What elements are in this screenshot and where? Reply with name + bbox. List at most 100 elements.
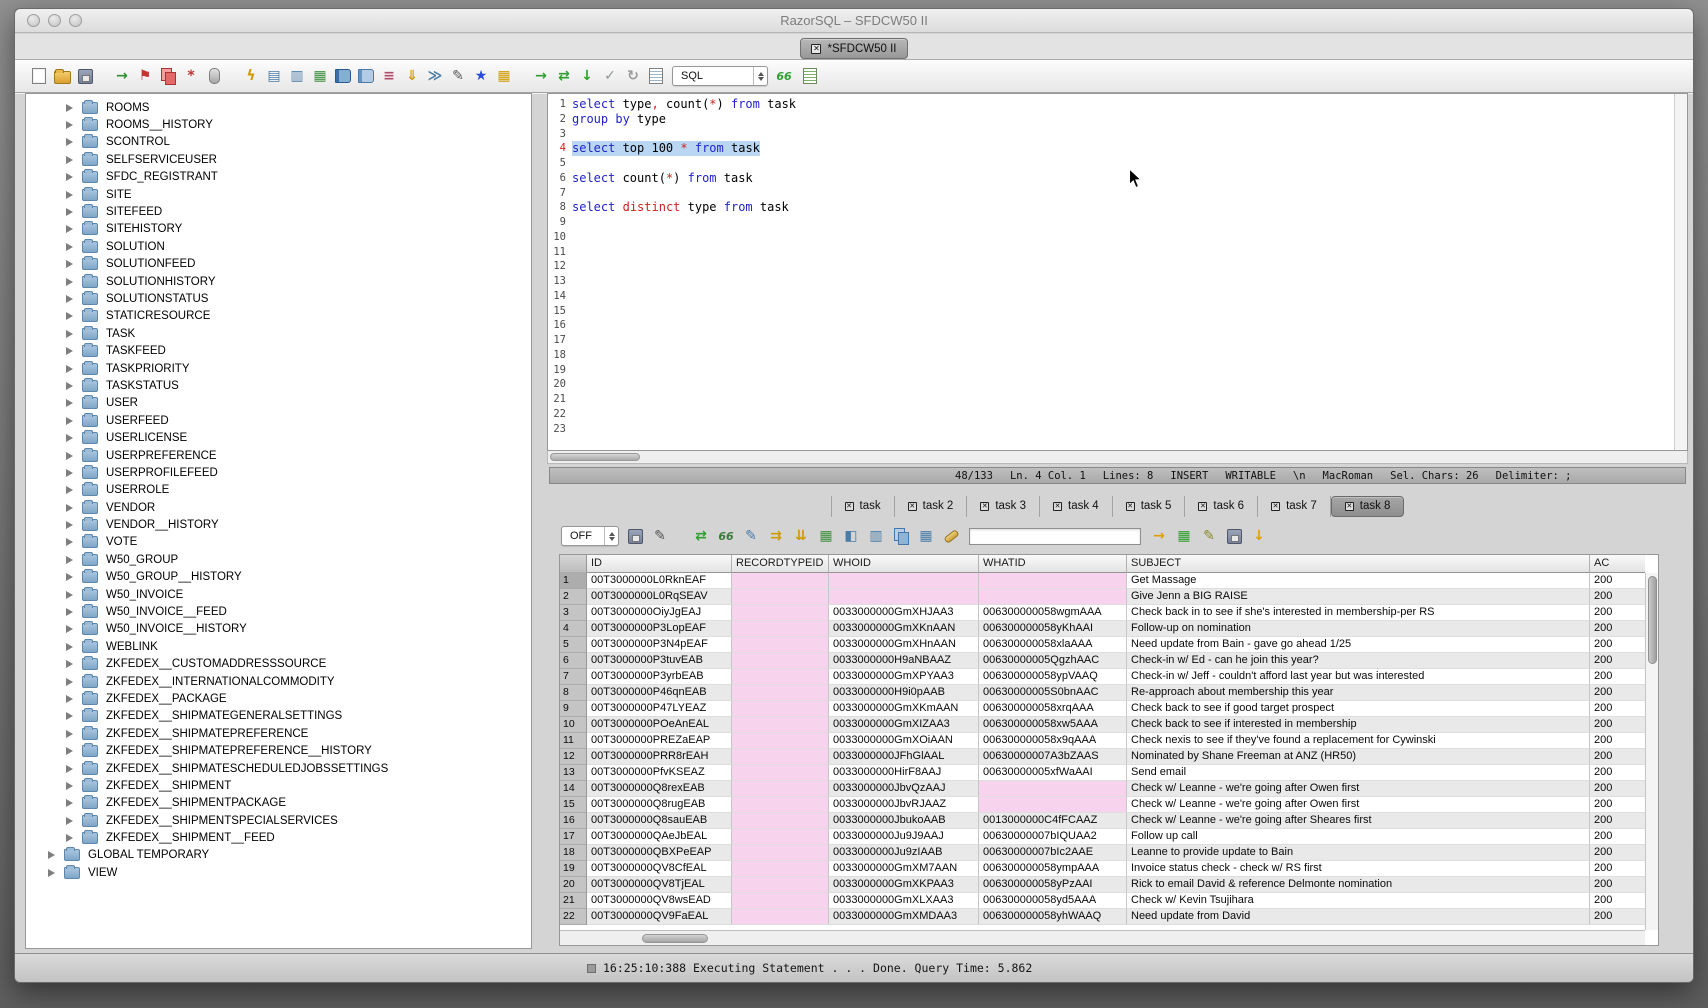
row-number[interactable]: 17: [560, 829, 587, 845]
download-icon[interactable]: ↓: [1249, 526, 1269, 546]
table-cell[interactable]: Check w/ Leanne - we're going after Owen…: [1127, 781, 1590, 797]
table-cell[interactable]: 00T3000000QAeJbEAL: [587, 829, 732, 845]
sidebar-item-zkfedex-shipmatepreference[interactable]: ZKFEDEX__SHIPMATEPREFERENCE: [26, 725, 531, 742]
table-cell[interactable]: 00T3000000OiyJgEAJ: [587, 605, 732, 621]
table-cell[interactable]: [732, 781, 829, 797]
table-cell[interactable]: 00T3000000L0RqSEAV: [587, 589, 732, 605]
table-cell[interactable]: 200: [1590, 781, 1645, 797]
table-cell[interactable]: [732, 685, 829, 701]
sidebar-item-zkfedex-shipment[interactable]: ZKFEDEX__SHIPMENT: [26, 777, 531, 794]
expand-arrow-icon[interactable]: [66, 434, 73, 442]
editor-vscrollbar[interactable]: [1674, 94, 1687, 450]
close-tab-icon[interactable]: [1126, 502, 1135, 511]
sidebar-item-zkfedex-shipmatepreference-history[interactable]: ZKFEDEX__SHIPMATEPREFERENCE__HISTORY: [26, 742, 531, 759]
table-cell[interactable]: [732, 845, 829, 861]
table-cell[interactable]: [979, 573, 1127, 589]
table-cell[interactable]: [732, 877, 829, 893]
table-cell[interactable]: Get Massage: [1127, 573, 1590, 589]
expand-arrow-icon[interactable]: [66, 225, 73, 233]
sidebar-item-w50-invoice-feed[interactable]: W50_INVOICE__FEED: [26, 603, 531, 620]
expand-arrow-icon[interactable]: [66, 817, 73, 825]
expand-arrow-icon[interactable]: [66, 417, 73, 425]
table-cell[interactable]: 200: [1590, 845, 1645, 861]
expand-arrow-icon[interactable]: [66, 295, 73, 303]
sidebar-item-w50-group-history[interactable]: W50_GROUP__HISTORY: [26, 569, 531, 586]
table-cell[interactable]: 0033000000GmXIZAA3: [829, 717, 979, 733]
zoom-window-icon[interactable]: [69, 14, 82, 27]
column-header-id[interactable]: ID: [587, 555, 732, 573]
refresh-tables-icon[interactable]: ▦: [310, 66, 330, 86]
expand-arrow-icon[interactable]: [66, 747, 73, 755]
table-cell[interactable]: [732, 893, 829, 909]
expand-arrow-icon[interactable]: [66, 399, 73, 407]
table-cell[interactable]: 200: [1590, 733, 1645, 749]
table-cell[interactable]: 0033000000H9i0pAAB: [829, 685, 979, 701]
table-cell[interactable]: 00T3000000P46qnEAB: [587, 685, 732, 701]
sidebar-item-vendor[interactable]: VENDOR: [26, 499, 531, 516]
table-cell[interactable]: Check w/ Leanne - we're going after Shea…: [1127, 813, 1590, 829]
expand-arrow-icon[interactable]: [66, 452, 73, 460]
sidebar-item-zkfedex-shipment-feed[interactable]: ZKFEDEX__SHIPMENT__FEED: [26, 829, 531, 846]
sidebar-item-solutionstatus[interactable]: SOLUTIONSTATUS: [26, 290, 531, 307]
table-cell[interactable]: 200: [1590, 813, 1645, 829]
table-cell[interactable]: 0033000000GmXOiAAN: [829, 733, 979, 749]
sidebar-item-zkfedex-shipmentpackage[interactable]: ZKFEDEX__SHIPMENTPACKAGE: [26, 795, 531, 812]
limit-dropdown[interactable]: OFF: [561, 526, 619, 546]
table-cell[interactable]: 0033000000Ju9J9AAJ: [829, 829, 979, 845]
table-cell[interactable]: [732, 861, 829, 877]
table-hscrollbar[interactable]: [560, 930, 1645, 945]
row-number[interactable]: 15: [560, 797, 587, 813]
sidebar-item-taskstatus[interactable]: TASKSTATUS: [26, 377, 531, 394]
sidebar-item-taskpriority[interactable]: TASKPRIORITY: [26, 360, 531, 377]
table-cell[interactable]: 006300000058wgmAAA: [979, 605, 1127, 621]
table-cell[interactable]: 00T3000000Q8sauEAB: [587, 813, 732, 829]
table-cell[interactable]: 0033000000GmXMDAA3: [829, 909, 979, 925]
expand-arrow-icon[interactable]: [66, 608, 73, 616]
update-row-icon[interactable]: ⇊: [791, 526, 811, 546]
table-cell[interactable]: 200: [1590, 749, 1645, 765]
expand-arrow-icon[interactable]: [66, 243, 73, 251]
open-file-icon[interactable]: [52, 66, 72, 86]
sidebar-item-zkfedex-package[interactable]: ZKFEDEX__PACKAGE: [26, 690, 531, 707]
reload-table-icon[interactable]: ▦: [816, 526, 836, 546]
table-cell[interactable]: Check-in w/ Ed - can he join this year?: [1127, 653, 1590, 669]
sidebar-item-scontrol[interactable]: SCONTROL: [26, 134, 531, 151]
table-cell[interactable]: 0033000000HirF8AAJ: [829, 765, 979, 781]
save-icon[interactable]: [75, 66, 95, 86]
table-cell[interactable]: 00630000005QgzhAAC: [979, 653, 1127, 669]
table-cell[interactable]: 200: [1590, 861, 1645, 877]
table-cell[interactable]: 006300000058xw5AAA: [979, 717, 1127, 733]
sidebar-item-weblink[interactable]: WEBLINK: [26, 638, 531, 655]
sidebar-item-rooms[interactable]: ROOMS: [26, 99, 531, 116]
table-cell[interactable]: 006300000058yhWAAQ: [979, 909, 1127, 925]
primary-key-icon[interactable]: [941, 526, 961, 546]
column-header-recordtypeid[interactable]: RECORDTYPEID: [732, 555, 829, 573]
sidebar-item-rooms-history[interactable]: ROOMS__HISTORY: [26, 116, 531, 133]
sidebar-item-w50-invoice[interactable]: W50_INVOICE: [26, 586, 531, 603]
row-number[interactable]: 11: [560, 733, 587, 749]
sidebar-item-vote[interactable]: VOTE: [26, 534, 531, 551]
table-cell[interactable]: [732, 605, 829, 621]
sidebar-item-zkfedex-shipmentspecialservices[interactable]: ZKFEDEX__SHIPMENTSPECIALSERVICES: [26, 812, 531, 829]
sidebar-item-solutionfeed[interactable]: SOLUTIONFEED: [26, 256, 531, 273]
table-cell[interactable]: 200: [1590, 685, 1645, 701]
table-cell[interactable]: 200: [1590, 765, 1645, 781]
row-number[interactable]: 8: [560, 685, 587, 701]
table-cell[interactable]: Re-approach about membership this year: [1127, 685, 1590, 701]
expand-arrow-icon[interactable]: [66, 312, 73, 320]
sidebar-item-w50-group[interactable]: W50_GROUP: [26, 551, 531, 568]
results-tab-task[interactable]: task: [831, 496, 895, 517]
sidebar-item-vendor-history[interactable]: VENDOR__HISTORY: [26, 516, 531, 533]
expand-arrow-icon[interactable]: [66, 156, 73, 164]
table-cell[interactable]: Check w/ Kevin Tsujihara: [1127, 893, 1590, 909]
edit-results-icon[interactable]: ✎: [650, 526, 670, 546]
row-number[interactable]: 21: [560, 893, 587, 909]
row-number[interactable]: 13: [560, 765, 587, 781]
table-cell[interactable]: [732, 765, 829, 781]
table-cell[interactable]: 006300000058yKhAAI: [979, 621, 1127, 637]
table-cell[interactable]: 200: [1590, 653, 1645, 669]
expand-arrow-icon[interactable]: [66, 712, 73, 720]
table-cell[interactable]: 0033000000GmXHnAAN: [829, 637, 979, 653]
results-tab-task-5[interactable]: task 5: [1113, 496, 1186, 517]
table-layout-icon[interactable]: ◧: [841, 526, 861, 546]
